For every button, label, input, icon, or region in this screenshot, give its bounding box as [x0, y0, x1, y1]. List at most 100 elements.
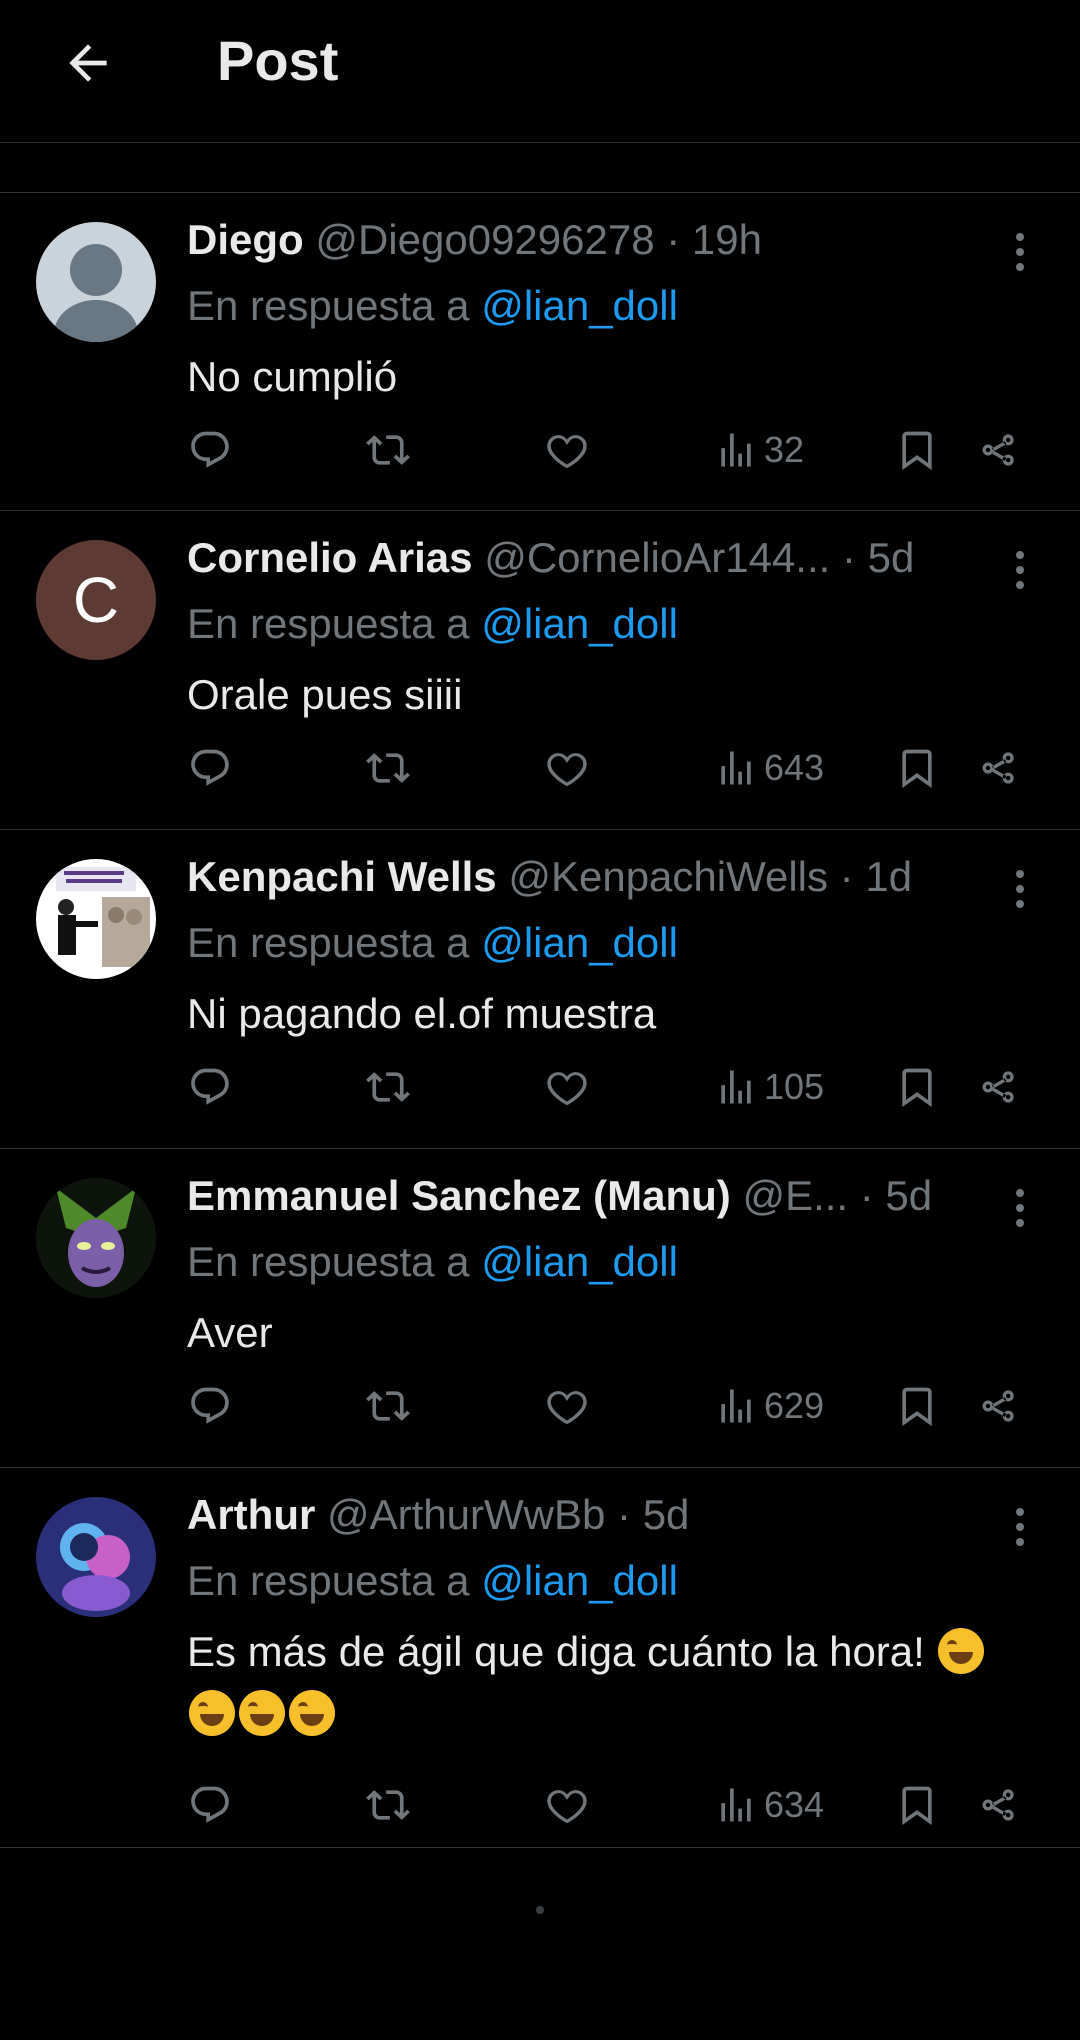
avatar[interactable] — [36, 1497, 156, 1617]
tweet-actions: 643 — [0, 746, 1080, 806]
more-dots-icon — [1016, 870, 1024, 878]
bookmark-button[interactable] — [895, 1065, 939, 1109]
avatar[interactable] — [36, 222, 156, 342]
bookmark-button[interactable] — [895, 1783, 939, 1827]
retweet-button[interactable] — [366, 1384, 410, 1428]
user-handle[interactable]: @Diego09296278 — [315, 216, 654, 263]
views-count: 629 — [764, 1385, 825, 1426]
display-name[interactable]: Emmanuel Sanchez (Manu) — [187, 1172, 731, 1219]
heart-icon — [547, 435, 587, 469]
share-icon — [982, 752, 1014, 784]
more-options-button[interactable] — [1000, 222, 1040, 282]
timestamp: 5d — [885, 1172, 933, 1219]
reply-tweet[interactable]: Arthur @ArthurWwBb · 5d En respuesta a @l… — [0, 1467, 1080, 1848]
reply-icon — [191, 1786, 229, 1823]
timestamp: 19h — [691, 216, 762, 263]
reply-prefix: En respuesta a — [187, 919, 470, 966]
bookmark-icon — [902, 1387, 932, 1427]
reply-button[interactable] — [188, 746, 232, 790]
share-button[interactable] — [977, 1065, 1021, 1109]
views-count: 32 — [764, 429, 805, 470]
reply-tweet[interactable]: Emmanuel Sanchez (Manu) @E... · 5d En res… — [0, 1148, 1080, 1468]
reply-tweet[interactable]: Kenpachi Wells @KenpachiWells · 1d En res… — [0, 829, 1080, 1149]
avatar[interactable]: C — [36, 540, 156, 660]
display-name[interactable]: Diego — [187, 216, 304, 263]
tweet-header: Diego @Diego09296278 · 19h — [187, 216, 1007, 264]
views-chart-icon — [721, 1389, 751, 1423]
laughing-emoji-icon — [289, 1690, 335, 1736]
display-name[interactable]: Cornelio Arias — [187, 534, 473, 581]
reply-mention-link[interactable]: @lian_doll — [481, 600, 678, 647]
views-button[interactable]: 105 — [714, 1065, 824, 1109]
reply-context: En respuesta a @lian_doll — [187, 1238, 678, 1286]
reply-prefix: En respuesta a — [187, 1238, 470, 1285]
share-button[interactable] — [977, 1384, 1021, 1428]
avatar[interactable] — [36, 859, 156, 979]
like-button[interactable] — [545, 1384, 589, 1428]
reply-button[interactable] — [188, 1065, 232, 1109]
reply-button[interactable] — [188, 1384, 232, 1428]
views-button[interactable]: 643 — [714, 746, 824, 790]
avatar[interactable] — [36, 1178, 156, 1298]
views-chart-icon — [721, 751, 751, 785]
heart-icon — [547, 1391, 587, 1425]
user-handle[interactable]: @ArthurWwBb — [327, 1491, 605, 1538]
share-button[interactable] — [977, 1783, 1021, 1827]
more-options-button[interactable] — [1000, 859, 1040, 919]
retweet-button[interactable] — [366, 746, 410, 790]
display-name[interactable]: Kenpachi Wells — [187, 853, 497, 900]
bookmark-button[interactable] — [895, 746, 939, 790]
retweet-button[interactable] — [366, 428, 410, 472]
share-button[interactable] — [977, 746, 1021, 790]
share-button[interactable] — [977, 428, 1021, 472]
retweet-button[interactable] — [366, 1783, 410, 1827]
separator-dot: · — [848, 1172, 886, 1219]
reply-tweet[interactable]: C Cornelio Arias @CornelioAr144... · 5d En… — [0, 510, 1080, 830]
display-name[interactable]: Arthur — [187, 1491, 315, 1538]
reply-button[interactable] — [188, 428, 232, 472]
share-icon — [982, 1071, 1014, 1103]
reply-mention-link[interactable]: @lian_doll — [481, 919, 678, 966]
user-handle[interactable]: @CornelioAr144... — [484, 534, 830, 581]
like-button[interactable] — [545, 746, 589, 790]
tweet-header: Kenpachi Wells @KenpachiWells · 1d — [187, 853, 1007, 901]
reply-mention-link[interactable]: @lian_doll — [481, 1557, 678, 1604]
views-button[interactable]: 634 — [714, 1783, 824, 1827]
retweet-button[interactable] — [366, 1065, 410, 1109]
separator-dot: · — [828, 853, 866, 900]
like-button[interactable] — [545, 1065, 589, 1109]
like-button[interactable] — [545, 428, 589, 472]
reply-button[interactable] — [188, 1783, 232, 1827]
reply-tweet[interactable]: Diego @Diego09296278 · 19h En respuesta a… — [0, 192, 1080, 511]
reply-mention-link[interactable]: @lian_doll — [481, 1238, 678, 1285]
laughing-emoji-icon — [189, 1690, 235, 1736]
views-chart-icon — [721, 1788, 751, 1822]
bookmark-icon — [902, 431, 932, 471]
reply-prefix: En respuesta a — [187, 1557, 470, 1604]
reply-icon — [191, 431, 229, 468]
user-handle[interactable]: @E... — [742, 1172, 848, 1219]
user-handle[interactable]: @KenpachiWells — [508, 853, 828, 900]
tweet-actions: 629 — [0, 1384, 1080, 1444]
views-count: 105 — [764, 1066, 825, 1107]
laughing-emoji-icon — [239, 1690, 285, 1736]
timestamp: 1d — [865, 853, 913, 900]
back-button[interactable] — [52, 30, 124, 96]
laughing-emoji-icon — [938, 1628, 985, 1674]
more-options-button[interactable] — [1000, 1178, 1040, 1238]
bookmark-icon — [902, 749, 932, 789]
reply-context: En respuesta a @lian_doll — [187, 1557, 678, 1605]
tweet-actions: 105 — [0, 1065, 1080, 1125]
heart-icon — [547, 1072, 587, 1106]
views-button[interactable]: 629 — [714, 1384, 824, 1428]
like-button[interactable] — [545, 1783, 589, 1827]
share-icon — [982, 1390, 1014, 1422]
views-button[interactable]: 32 — [714, 428, 804, 472]
more-options-button[interactable] — [1000, 1497, 1040, 1557]
more-options-button[interactable] — [1000, 540, 1040, 600]
bookmark-button[interactable] — [895, 428, 939, 472]
reply-mention-link[interactable]: @lian_doll — [481, 282, 678, 329]
heart-icon — [547, 1790, 587, 1824]
villain-face-icon — [56, 1188, 136, 1287]
bookmark-button[interactable] — [895, 1384, 939, 1428]
